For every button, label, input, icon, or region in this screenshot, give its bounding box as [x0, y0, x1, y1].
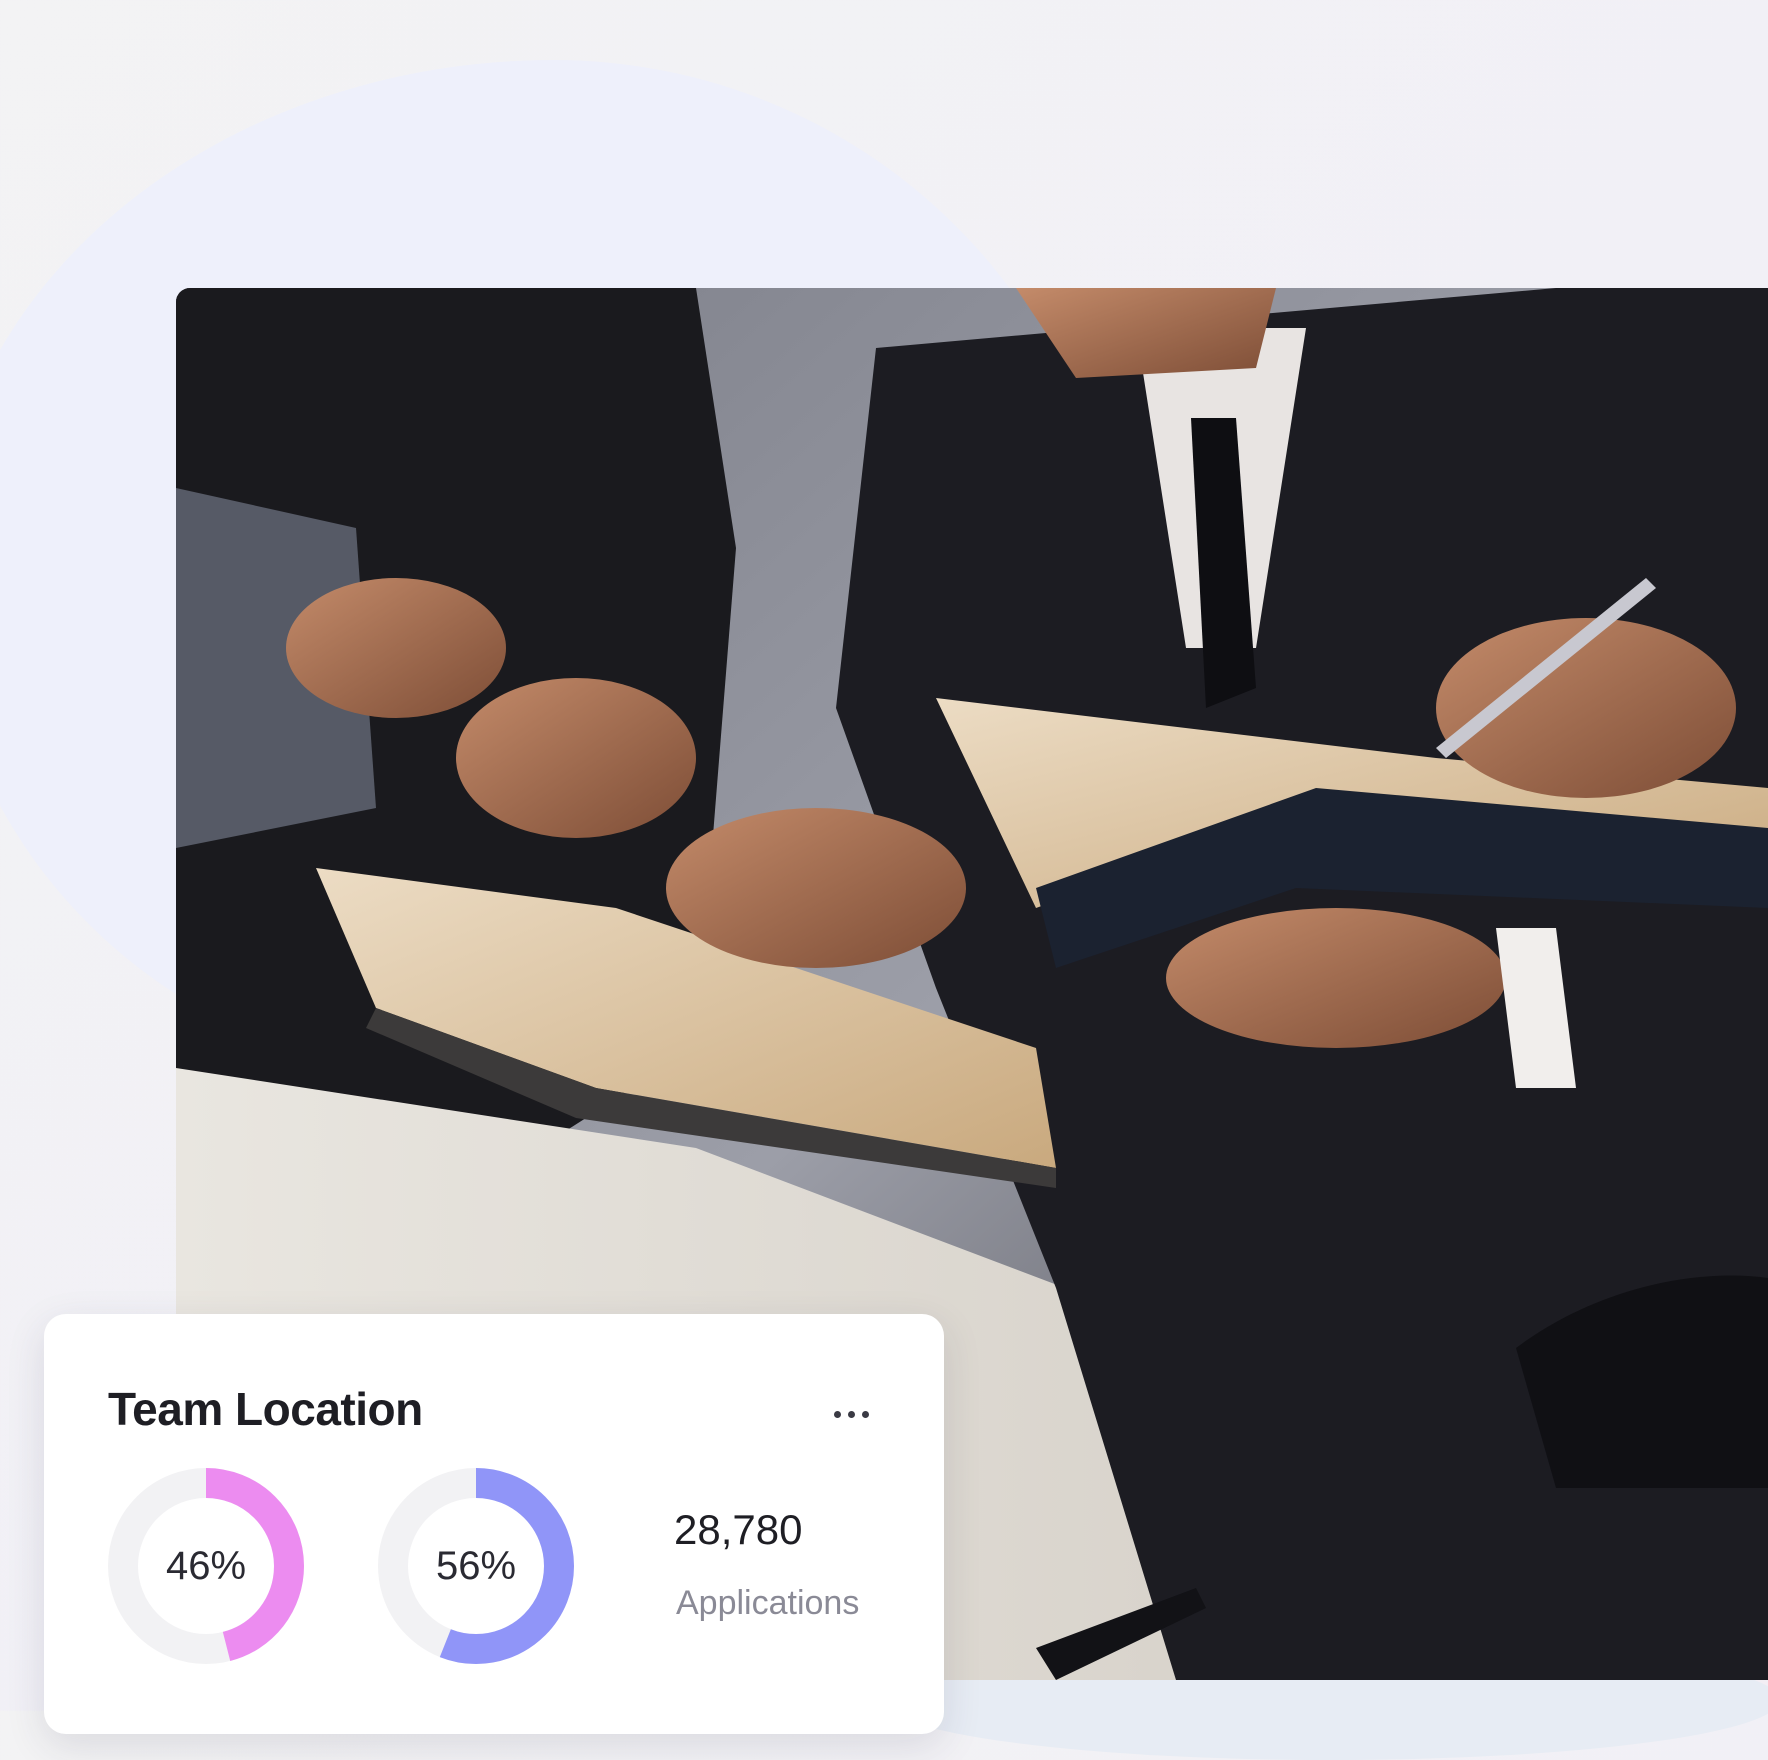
more-horizontal-icon-dot: [848, 1411, 855, 1418]
more-options-button[interactable]: [830, 1402, 878, 1426]
applications-label: Applications: [676, 1584, 860, 1622]
donut-percent-label: 56%: [435, 1543, 517, 1588]
donut-chart-1: 46%: [108, 1468, 304, 1664]
more-horizontal-icon-dot: [862, 1411, 869, 1418]
more-horizontal-icon: [834, 1411, 841, 1418]
card-title: Team Location: [108, 1383, 423, 1435]
donut-percent-label: 46%: [165, 1543, 247, 1588]
applications-count: 28,780: [674, 1506, 803, 1553]
donut-chart-2: 56%: [378, 1468, 574, 1664]
team-location-card: Team Location 46% 56% 28,780 Application…: [44, 1314, 944, 1734]
